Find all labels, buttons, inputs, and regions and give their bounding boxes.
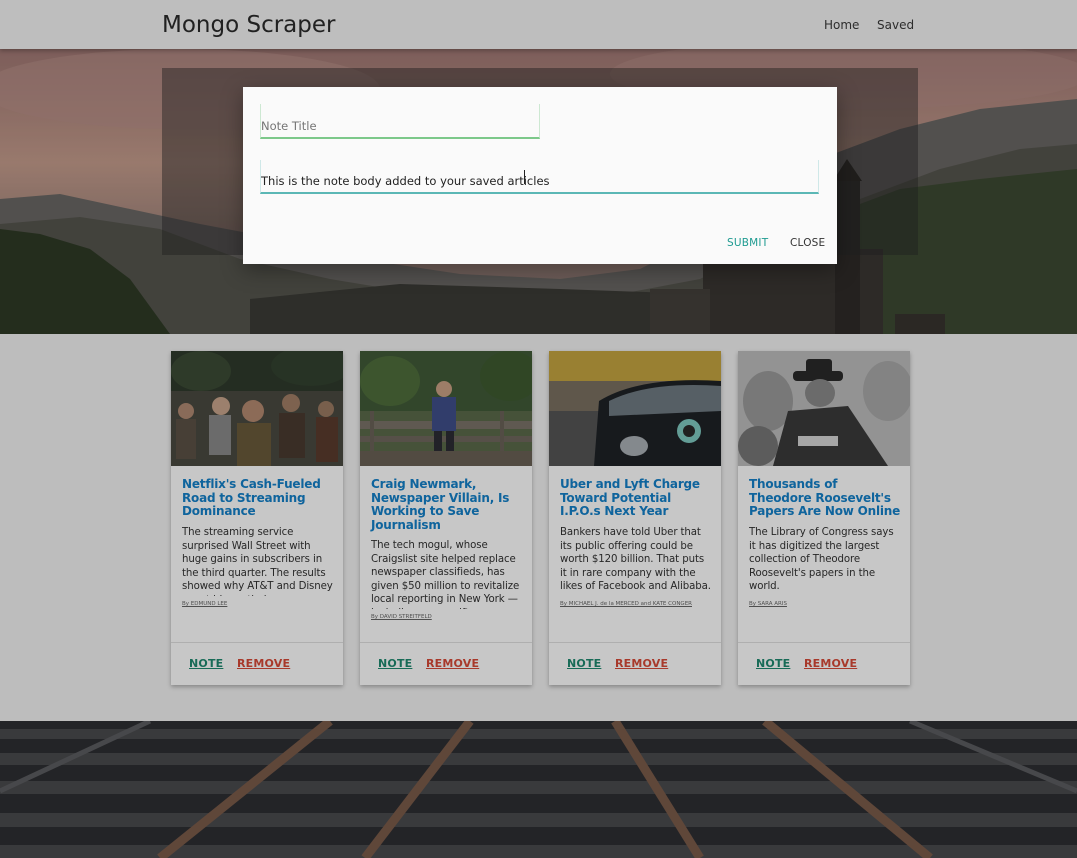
text-cursor (524, 170, 525, 184)
note-title-input[interactable] (260, 104, 540, 139)
close-button[interactable]: CLOSE (790, 237, 825, 249)
submit-button[interactable]: SUBMIT (727, 237, 768, 249)
note-body-input[interactable] (260, 160, 819, 194)
note-modal: SUBMIT CLOSE (243, 87, 837, 264)
